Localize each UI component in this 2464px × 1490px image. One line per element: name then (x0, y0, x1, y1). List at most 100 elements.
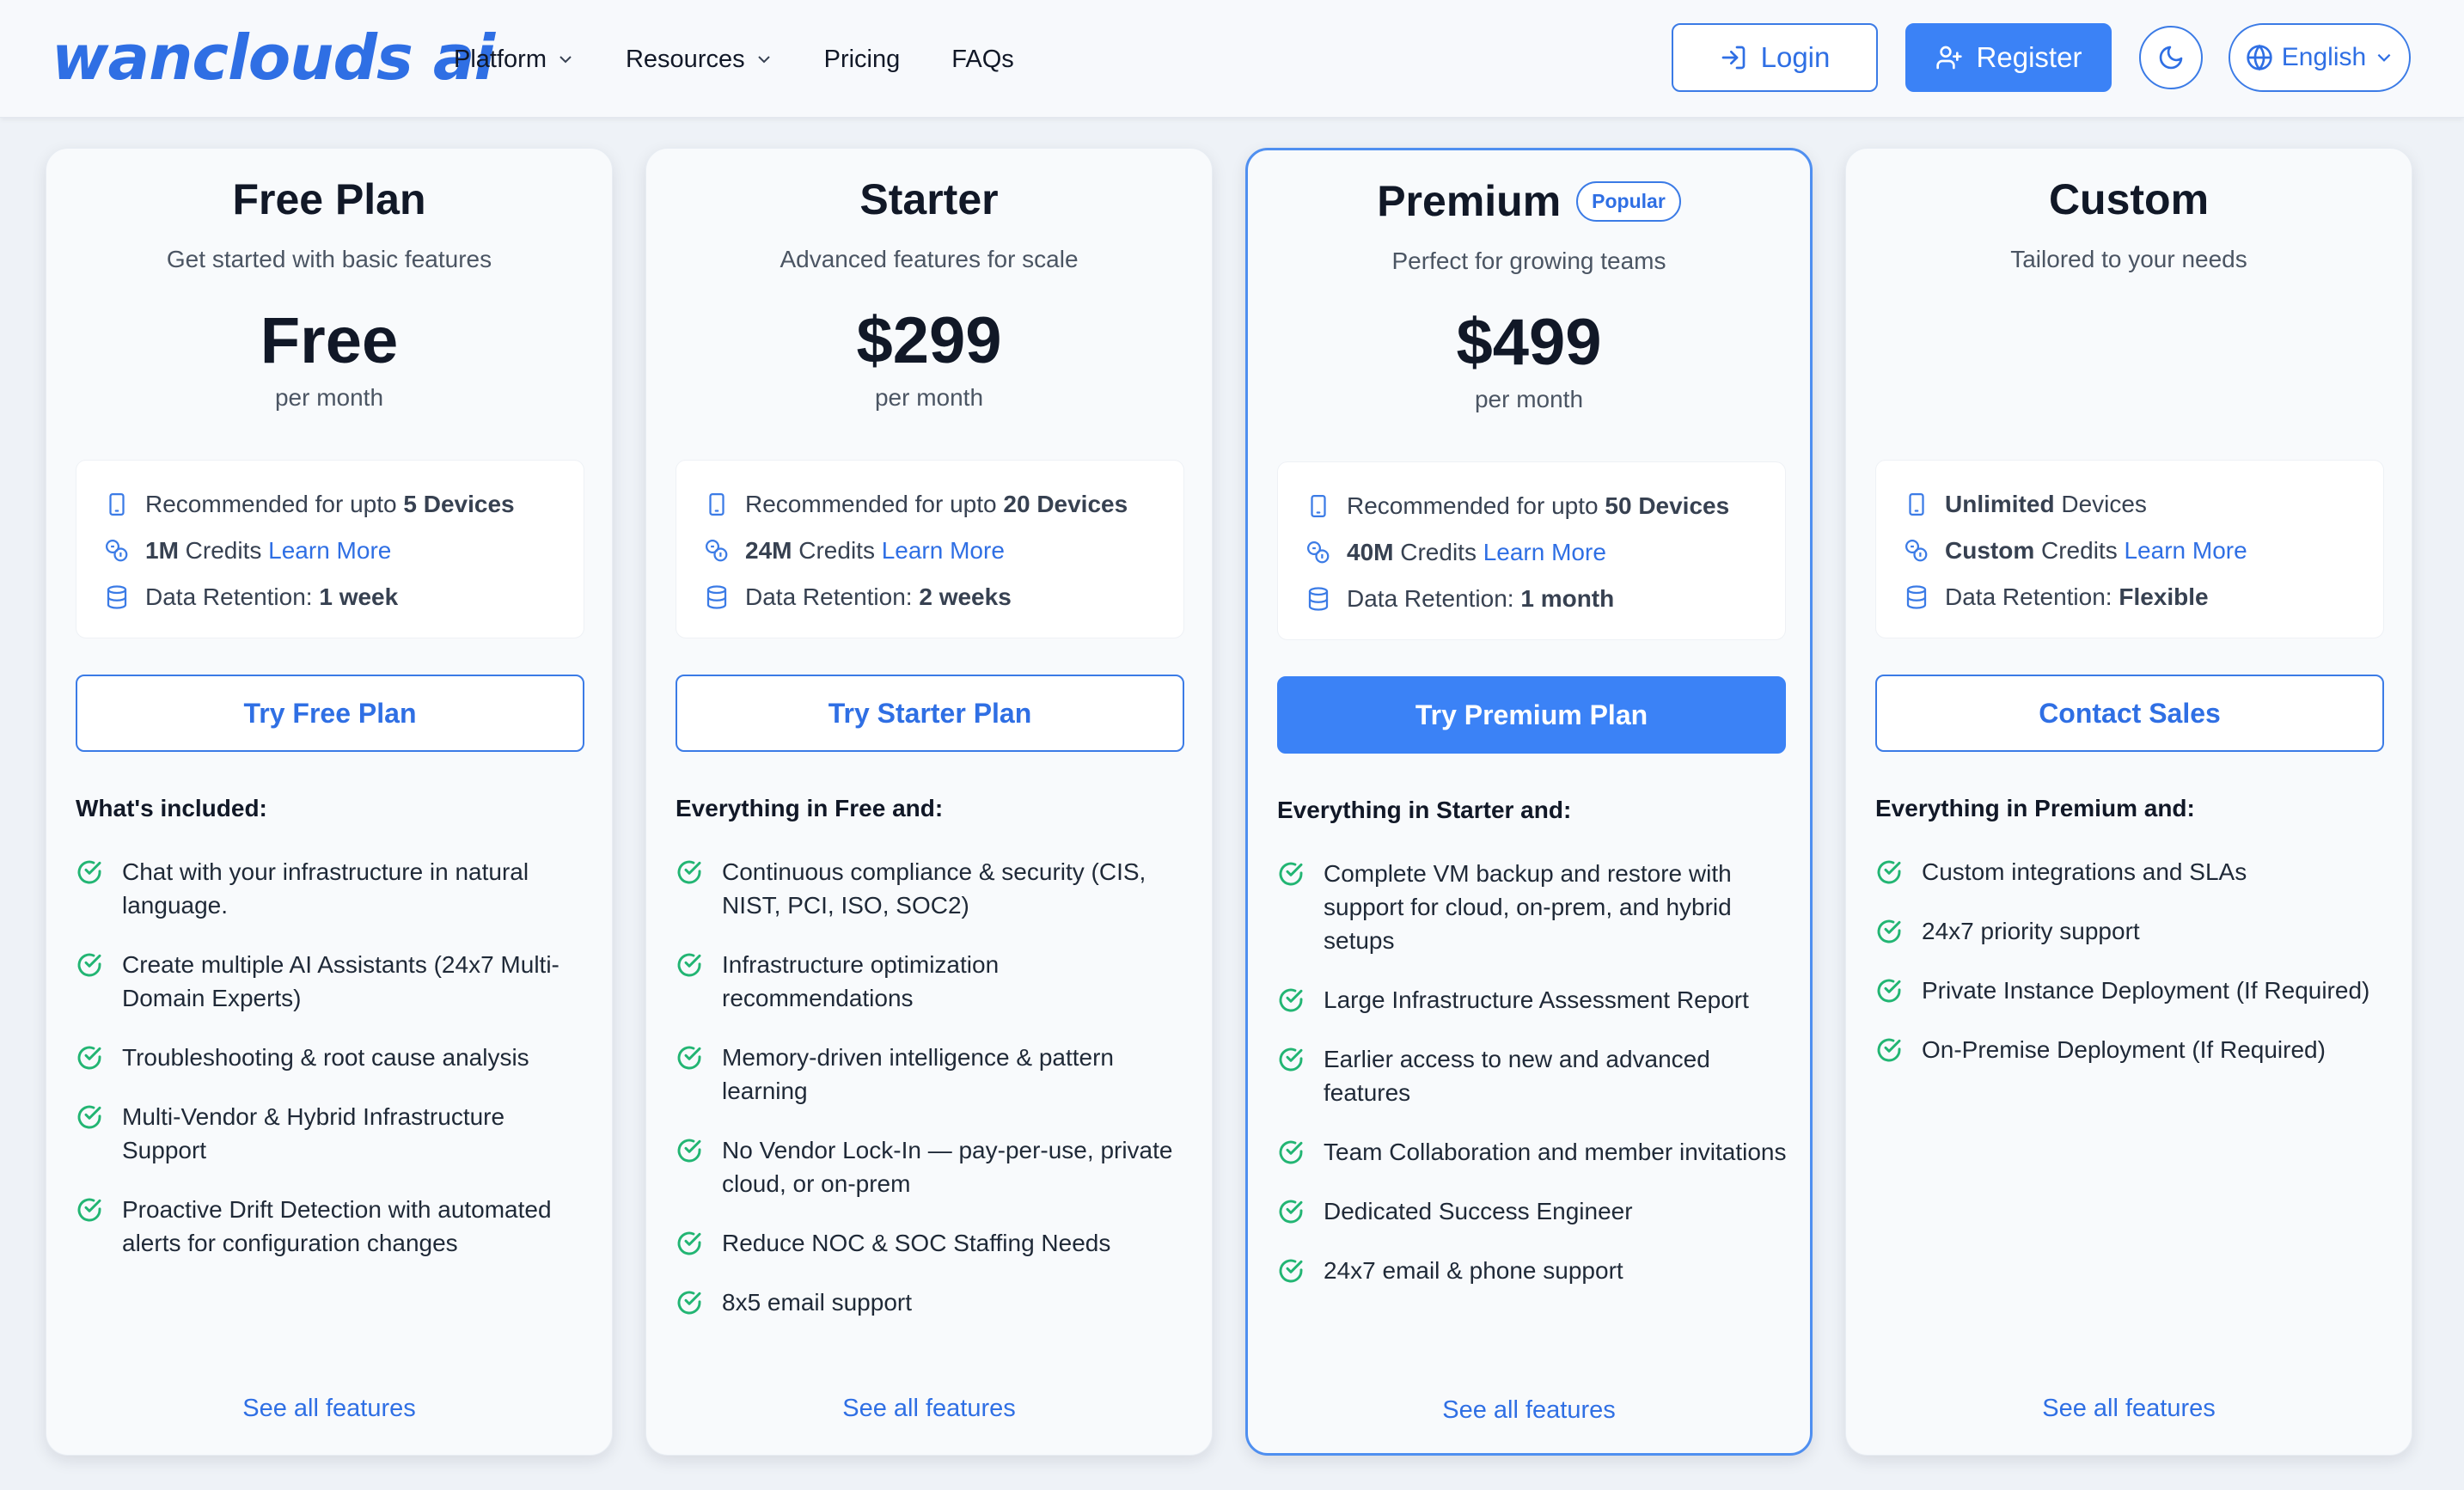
feature-text: Large Infrastructure Assessment Report (1324, 986, 1749, 1013)
feature-item: Memory-driven intelligence & pattern lea… (676, 1041, 1191, 1108)
feature-item: 8x5 email support (676, 1285, 1191, 1319)
credits-value: Custom (1945, 537, 2035, 564)
spec-retention: Data Retention: 1 month (1305, 576, 1785, 622)
spec-credits: Custom Credits Learn More (1904, 528, 2383, 574)
feature-item: Troubleshooting & root cause analysis (76, 1041, 591, 1074)
spec-devices: Unlimited Devices (1904, 481, 2383, 528)
credits-value: 1M (145, 537, 179, 564)
retention-label: Data Retention: (745, 583, 920, 610)
plan-cta-button[interactable]: Try Free Plan (76, 675, 584, 752)
nav-resources-label: Resources (625, 45, 745, 73)
feature-item: Infrastructure optimization recommendati… (676, 948, 1191, 1015)
spec-retention: Data Retention: 2 weeks (704, 574, 1183, 620)
popular-badge: Popular (1576, 180, 1681, 222)
devices-value: Unlimited (1945, 491, 2055, 517)
spec-devices: Recommended for upto 50 Devices (1305, 483, 1785, 529)
retention-label: Data Retention: (145, 583, 320, 610)
feature-item: Reduce NOC & SOC Staffing Needs (676, 1226, 1191, 1260)
database-icon (1308, 587, 1329, 611)
plan-specs: Recommended for upto 20 Devices 24M Credi… (676, 460, 1184, 638)
plan-title: Premium (1377, 177, 1562, 225)
feature-text: Create multiple AI Assistants (24x7 Mult… (122, 951, 559, 1011)
plan-title-row: Custom (1846, 174, 2412, 224)
plan-cta-button[interactable]: Try Starter Plan (676, 675, 1184, 752)
feature-text: Complete VM backup and restore with supp… (1324, 860, 1732, 954)
language-select[interactable]: English (2229, 23, 2411, 92)
feature-item: Chat with your infrastructure in natural… (76, 855, 591, 922)
nav-platform-label: Platform (454, 45, 547, 73)
coins-icon (1307, 541, 1330, 564)
plan-card-starter: Starter Advanced features for scale $299 pe… (645, 148, 1213, 1456)
learn-more-link[interactable]: Learn More (268, 537, 391, 564)
device-icon (109, 493, 125, 516)
theme-toggle-button[interactable] (2139, 26, 2203, 89)
wanclouds-logo[interactable]: wanclouds ai (52, 19, 495, 96)
learn-more-link[interactable]: Learn More (882, 537, 1005, 564)
nav-resources[interactable]: Resources (626, 46, 773, 74)
feature-item: Complete VM backup and restore with supp… (1277, 857, 1793, 957)
plan-cta-button[interactable]: Try Premium Plan (1277, 676, 1786, 754)
login-button[interactable]: Login (1672, 23, 1878, 92)
spec-devices: Recommended for upto 20 Devices (704, 481, 1183, 528)
plan-title: Free Plan (232, 175, 426, 223)
included-heading: Everything in Premium and: (1875, 795, 2195, 821)
plan-period: per month (874, 384, 984, 411)
feature-list: Chat with your infrastructure in natural… (76, 855, 591, 1285)
device-icon (709, 493, 725, 516)
feature-list: Complete VM backup and restore with supp… (1277, 857, 1793, 1313)
see-all-features-link[interactable]: See all features (646, 1395, 1212, 1423)
feature-item: No Vendor Lock-In — pay-per-use, private… (676, 1133, 1191, 1200)
spec-retention: Data Retention: 1 week (104, 574, 584, 620)
feature-item: Dedicated Success Engineer (1277, 1194, 1793, 1228)
check-circle-icon (1279, 1259, 1303, 1283)
check-circle-icon (77, 1198, 101, 1222)
coins-icon (1905, 540, 1928, 562)
see-all-features-link[interactable]: See all features (1248, 1396, 1810, 1425)
check-circle-icon (1279, 1200, 1303, 1224)
feature-item: 24x7 priority support (1875, 914, 2391, 948)
see-all-features-link[interactable]: See all features (46, 1395, 612, 1423)
included-heading: What's included: (76, 795, 267, 821)
feature-item: Earlier access to new and advanced featu… (1277, 1042, 1793, 1109)
plan-subtitle: Advanced features for scale (780, 246, 1079, 272)
database-icon (107, 585, 127, 609)
feature-text: Infrastructure optimization recommendati… (722, 951, 1000, 1011)
feature-item: On-Premise Deployment (If Required) (1875, 1033, 2391, 1066)
chevron-down-icon (2377, 53, 2391, 62)
check-circle-icon (677, 1046, 701, 1070)
feature-item: Private Instance Deployment (If Required… (1875, 974, 2391, 1007)
register-button[interactable]: Register (1905, 23, 2112, 92)
spec-credits: 40M Credits Learn More (1305, 529, 1785, 576)
see-all-features-link[interactable]: See all features (1846, 1395, 2412, 1423)
learn-more-link[interactable]: Learn More (2124, 537, 2247, 564)
feature-text: No Vendor Lock-In — pay-per-use, private… (722, 1137, 1173, 1197)
retention-label: Data Retention: (1945, 583, 2119, 610)
nav-pricing[interactable]: Pricing (824, 46, 901, 74)
feature-text: On-Premise Deployment (If Required) (1922, 1036, 2326, 1063)
included-heading: Everything in Starter and: (1277, 797, 1572, 823)
nav-platform[interactable]: Platform (454, 46, 574, 74)
feature-text: Chat with your infrastructure in natural… (122, 858, 529, 919)
feature-text: Troubleshooting & root cause analysis (122, 1044, 529, 1071)
nav-faqs[interactable]: FAQs (951, 46, 1014, 74)
devices-prefix: Recommended for upto (745, 491, 1004, 517)
feature-text: 24x7 email & phone support (1324, 1257, 1623, 1284)
feature-text: 24x7 priority support (1922, 918, 2140, 944)
plan-cta-button[interactable]: Contact Sales (1875, 675, 2384, 752)
plan-card-custom: Custom Tailored to your needs Unlimited De… (1845, 148, 2412, 1456)
database-icon (1906, 585, 1927, 609)
plan-specs: Unlimited Devices Custom Credits Learn Mo… (1875, 460, 2384, 638)
spec-retention: Data Retention: Flexible (1904, 574, 2383, 620)
devices-value: 50 Devices (1605, 492, 1730, 519)
credits-value: 24M (745, 537, 792, 564)
plan-title-row: Premium Popular (1248, 176, 1810, 226)
feature-text: Proactive Drift Detection with automated… (122, 1196, 552, 1256)
spec-credits: 24M Credits Learn More (704, 528, 1183, 574)
login-icon (1721, 46, 1745, 70)
login-label: Login (1760, 41, 1831, 73)
feature-item: Create multiple AI Assistants (24x7 Mult… (76, 948, 591, 1015)
devices-value: 5 Devices (403, 491, 515, 517)
language-label: English (2281, 43, 2367, 71)
plan-price: $299 (856, 304, 1002, 377)
learn-more-link[interactable]: Learn More (1483, 539, 1606, 565)
